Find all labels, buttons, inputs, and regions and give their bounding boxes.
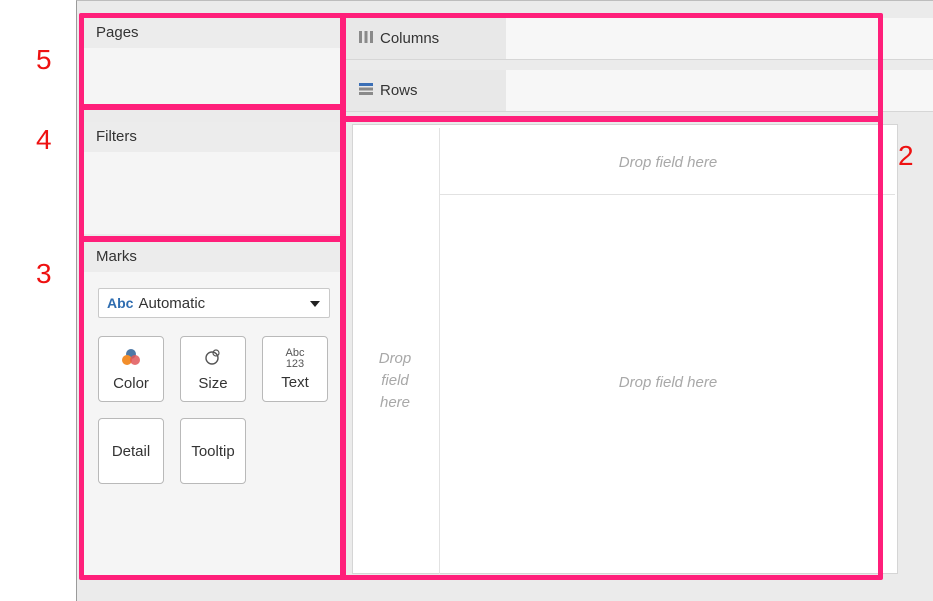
callout-4: 4 (36, 124, 52, 155)
highlight-box-5 (79, 13, 345, 109)
callout-3: 3 (36, 258, 52, 289)
highlight-box-3 (79, 237, 345, 580)
callout-2: 2 (898, 140, 914, 171)
highlight-box-2 (341, 117, 883, 580)
highlight-box-4 (79, 105, 345, 241)
highlight-box-1 (341, 13, 883, 121)
callout-5: 5 (36, 44, 52, 75)
